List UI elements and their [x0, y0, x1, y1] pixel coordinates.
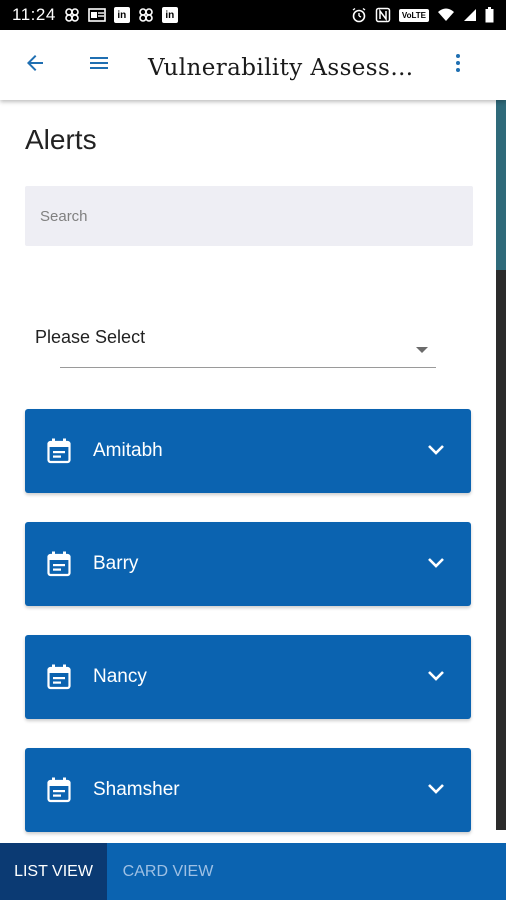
chevron-down-icon	[428, 784, 444, 794]
search-input[interactable]	[25, 186, 473, 246]
chevron-down-icon	[428, 671, 444, 681]
alert-card[interactable]: Barry	[25, 522, 471, 606]
alert-name: Barry	[93, 553, 139, 574]
app-bar: Vulnerability Assess…	[0, 30, 506, 100]
alert-card[interactable]: Amitabh	[25, 409, 471, 493]
nfc-icon	[375, 7, 391, 23]
scrollbar-thumb[interactable]	[496, 100, 506, 270]
calendar-note-icon	[47, 551, 71, 577]
hamburger-menu-icon	[87, 51, 111, 79]
scrollbar[interactable]	[496, 100, 506, 830]
outlook-icon	[87, 7, 106, 23]
back-button[interactable]	[9, 30, 61, 100]
select-value: Please Select	[35, 327, 146, 347]
calendar-note-icon	[47, 438, 71, 464]
linkedin-icon: in	[113, 7, 130, 23]
tab-card-view[interactable]: CARD VIEW	[107, 843, 229, 900]
pinwheel-icon	[64, 7, 80, 23]
battery-icon	[485, 7, 494, 23]
alerts-heading: Alerts	[25, 124, 97, 155]
chevron-down-icon	[428, 558, 444, 568]
calendar-note-icon	[47, 777, 71, 803]
page-title: Vulnerability Assess…	[148, 55, 414, 81]
select-underline	[60, 367, 436, 368]
menu-button[interactable]	[73, 30, 125, 100]
status-time: 11:24	[12, 5, 56, 24]
volte-icon: VoLTE	[398, 8, 429, 22]
signal-icon	[463, 8, 477, 22]
wifi-icon	[437, 8, 455, 22]
bottom-tab-bar: LIST VIEW CARD VIEW	[0, 843, 506, 900]
arrow-back-icon	[23, 51, 47, 79]
tab-list-view[interactable]: LIST VIEW	[0, 843, 107, 900]
more-options-button[interactable]	[432, 30, 484, 100]
alarm-icon	[351, 7, 367, 23]
dropdown-caret-icon	[416, 347, 428, 353]
linkedin-icon: in	[161, 7, 178, 23]
alert-card[interactable]: Shamsher	[25, 748, 471, 832]
alert-name: Shamsher	[93, 779, 180, 800]
alert-card[interactable]: Nancy	[25, 635, 471, 719]
alert-name: Nancy	[93, 666, 147, 687]
calendar-note-icon	[47, 664, 71, 690]
status-bar: 11:24 in in VoLTE	[0, 0, 506, 30]
chevron-down-icon	[428, 445, 444, 455]
alert-name: Amitabh	[93, 440, 163, 461]
more-vertical-icon	[446, 51, 470, 79]
pinwheel-icon	[138, 7, 154, 23]
